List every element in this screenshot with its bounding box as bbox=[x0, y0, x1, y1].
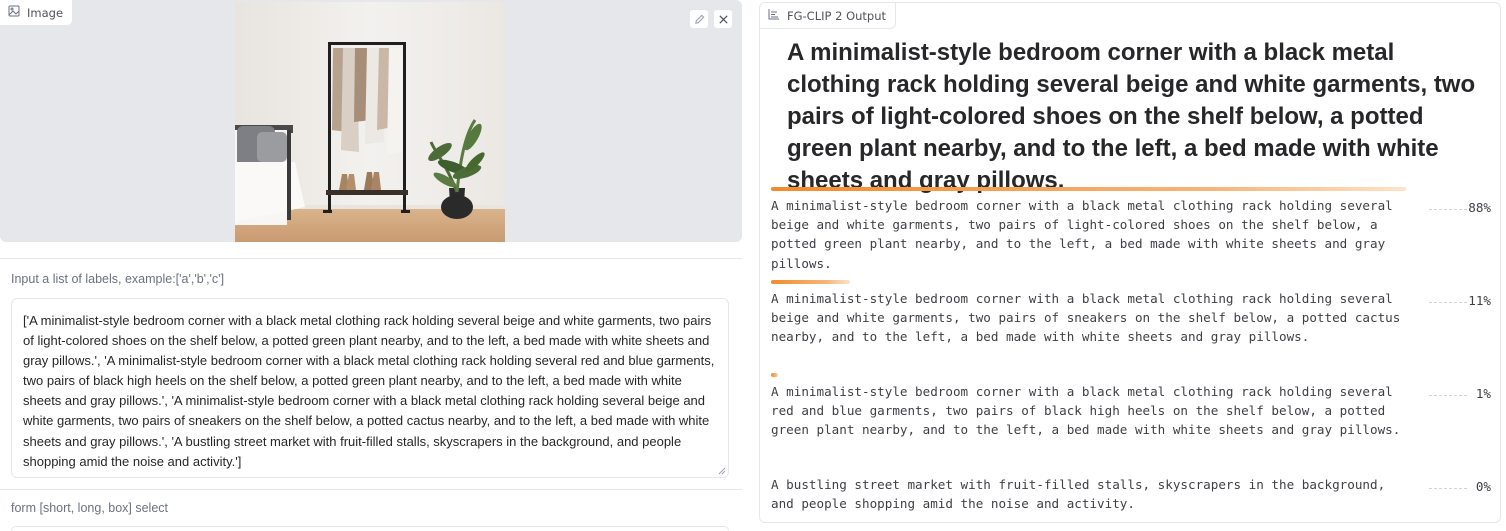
form-field-label: form [short, long, box] select bbox=[11, 501, 169, 515]
confidence-bar bbox=[771, 280, 850, 284]
uploaded-photo bbox=[235, 2, 505, 242]
labels-textarea-value: ['A minimalist-style bedroom corner with… bbox=[23, 313, 715, 469]
edit-image-button[interactable] bbox=[689, 9, 709, 29]
confidence-row[interactable]: A minimalist-style bedroom corner with a… bbox=[771, 187, 1491, 273]
image-panel-tag-label: Image bbox=[27, 5, 64, 20]
image-input-panel[interactable]: Image bbox=[0, 0, 742, 242]
confidence-row[interactable]: A minimalist-style bedroom corner with a… bbox=[771, 373, 1491, 440]
confidence-percent: 0% bbox=[1475, 479, 1491, 494]
confidence-bar bbox=[771, 187, 1406, 191]
confidence-bar bbox=[771, 373, 778, 377]
form-select-field[interactable] bbox=[11, 526, 729, 531]
image-icon bbox=[8, 5, 20, 20]
clear-image-button[interactable] bbox=[713, 9, 733, 29]
confidence-percent: 11% bbox=[1468, 293, 1491, 308]
confidence-percent: 88% bbox=[1468, 200, 1491, 215]
leader-line bbox=[1429, 488, 1467, 489]
leader-line bbox=[1429, 302, 1467, 303]
image-panel-tag: Image bbox=[0, 0, 74, 26]
confidence-label: A bustling street market with fruit-fill… bbox=[771, 477, 1386, 512]
labels-textarea[interactable]: ['A minimalist-style bedroom corner with… bbox=[11, 298, 729, 478]
pencil-icon bbox=[694, 10, 705, 29]
top-prediction-label: A minimalist-style bedroom corner with a… bbox=[787, 39, 1476, 194]
section-divider bbox=[0, 258, 742, 259]
leader-line bbox=[1429, 395, 1467, 396]
confidence-row[interactable]: A bustling street market with fruit-fill… bbox=[771, 466, 1491, 513]
label-icon bbox=[768, 8, 780, 23]
resize-handle-icon[interactable] bbox=[718, 467, 726, 475]
output-panel-tag-label: FG-CLIP 2 Output bbox=[787, 8, 887, 23]
leader-line bbox=[1429, 209, 1467, 210]
confidence-row[interactable]: A minimalist-style bedroom corner with a… bbox=[771, 280, 1491, 347]
close-icon bbox=[718, 10, 729, 29]
confidence-label: A minimalist-style bedroom corner with a… bbox=[771, 384, 1401, 438]
output-panel: FG-CLIP 2 Output A minimalist-style bedr… bbox=[759, 2, 1501, 523]
output-panel-tag: FG-CLIP 2 Output bbox=[760, 3, 897, 29]
confidence-label: A minimalist-style bedroom corner with a… bbox=[771, 198, 1393, 271]
section-divider-2 bbox=[0, 489, 742, 490]
labels-field-label: Input a list of labels, example:['a','b'… bbox=[11, 272, 225, 286]
confidence-label: A minimalist-style bedroom corner with a… bbox=[771, 291, 1401, 345]
confidence-percent: 1% bbox=[1475, 386, 1491, 401]
